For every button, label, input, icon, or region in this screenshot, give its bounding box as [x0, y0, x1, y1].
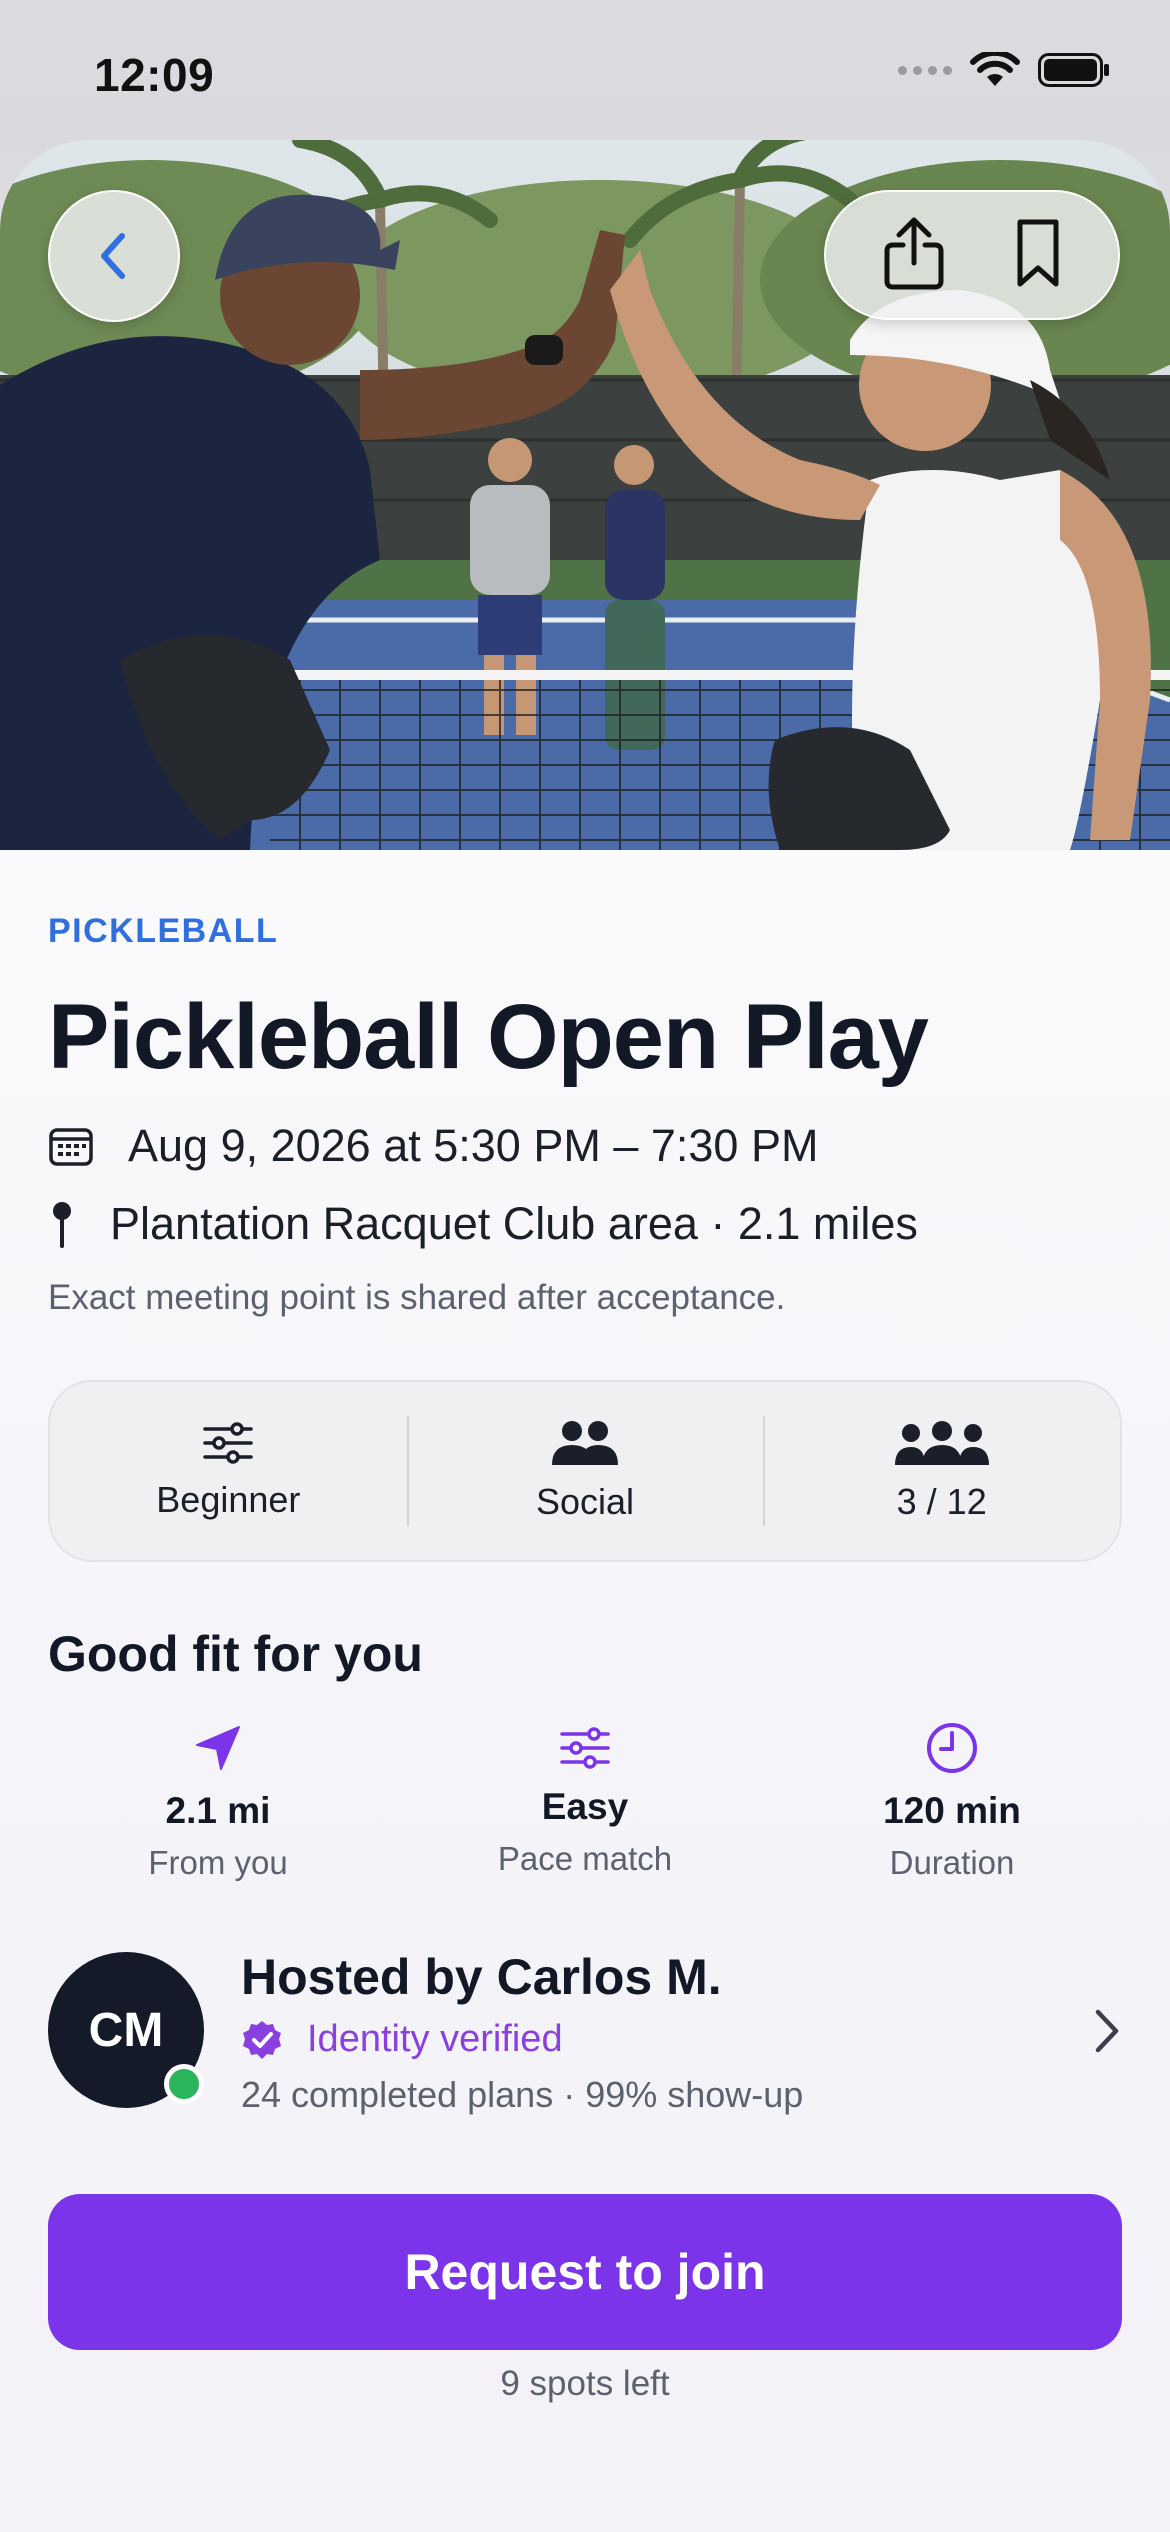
fit-distance: 2.1 mi From you: [68, 1720, 368, 1882]
pin-icon: [48, 1200, 88, 1248]
fit-duration: 120 min Duration: [802, 1720, 1102, 1882]
sliders-icon: [203, 1422, 254, 1464]
chevron-right-icon: [1095, 2009, 1119, 2053]
people-icon: [552, 1421, 618, 1465]
host-name: Hosted by Carlos M.: [241, 1949, 722, 2005]
group-icon: [894, 1421, 989, 1465]
share-icon: [884, 217, 943, 289]
stat-label: 3 / 12: [896, 1481, 987, 1522]
fit-value: Easy: [541, 1786, 629, 1827]
event-category: PICKLEBALL: [48, 912, 279, 950]
fit-value: 2.1 mi: [165, 1790, 271, 1831]
fit-pace: Easy Pace match: [435, 1720, 735, 1882]
online-status-dot: [164, 2064, 204, 2104]
event-location[interactable]: Plantation Racquet Club area · 2.1 miles: [110, 1198, 918, 1250]
chevron-left-icon: [101, 233, 125, 279]
status-icons: [898, 52, 1110, 88]
status-time: 12:09: [94, 49, 215, 101]
back-button[interactable]: [48, 190, 180, 322]
event-datetime: Aug 9, 2026 at 5:30 PM – 7:30 PM: [128, 1120, 819, 1171]
stat-label: Social: [535, 1481, 635, 1522]
fit-label: Duration: [889, 1844, 1015, 1881]
stat-skill-level: Beginner: [50, 1382, 407, 1560]
clock-icon: [927, 1723, 977, 1773]
verified-label: Identity verified: [307, 2018, 563, 2060]
cellular-signal-icon: [898, 65, 952, 75]
event-location-row: Plantation Racquet Club area · 2.1 miles: [48, 1198, 918, 1250]
event-datetime-row: Aug 9, 2026 at 5:30 PM – 7:30 PM: [48, 1120, 818, 1172]
status-bar: 12:09: [0, 0, 1170, 140]
fit-metrics: 2.1 mi From you Easy Pace match 120 min …: [48, 1720, 1122, 1882]
event-stats-card: Beginner Social 3 / 12: [48, 1380, 1122, 1562]
sliders-icon: [560, 1727, 610, 1769]
avatar-initials: CM: [88, 2003, 164, 2057]
hero-actions: [824, 190, 1120, 320]
fit-label: From you: [148, 1844, 288, 1881]
host-row[interactable]: CM Hosted by Carlos M. Identity verified…: [48, 1949, 1122, 2115]
spots-left: 9 spots left: [500, 2364, 670, 2403]
battery-icon: [1038, 53, 1109, 87]
location-arrow-icon: [196, 1726, 240, 1770]
host-stats: 24 completed plans · 99% show-up: [241, 2074, 804, 2115]
location-note: Exact meeting point is shared after acce…: [48, 1278, 786, 1317]
wifi-icon: [970, 52, 1020, 86]
fit-label: Pace match: [497, 1840, 673, 1877]
calendar-icon: [48, 1125, 108, 1167]
event-title: Pickleball Open Play: [48, 986, 929, 1088]
fit-value: 120 min: [883, 1790, 1021, 1831]
bookmark-icon: [1017, 219, 1058, 286]
share-button[interactable]: [881, 213, 947, 298]
identity-verified: Identity verified: [241, 2018, 563, 2061]
fit-section-title: Good fit for you: [48, 1626, 423, 1682]
verified-badge-icon: [243, 2020, 281, 2059]
stat-capacity: 3 / 12: [763, 1382, 1120, 1560]
stat-vibe: Social: [406, 1382, 764, 1560]
stat-label: Beginner: [156, 1479, 301, 1520]
bookmark-button[interactable]: [1012, 216, 1064, 295]
request-to-join-button[interactable]: Request to join: [48, 2194, 1122, 2350]
